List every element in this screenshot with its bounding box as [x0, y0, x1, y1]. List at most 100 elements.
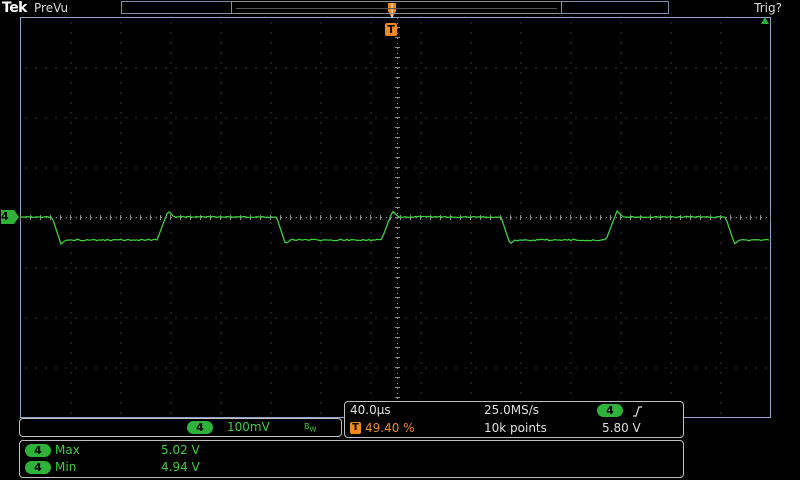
grid-dot [121, 223, 122, 224]
timebase-readout[interactable]: 40.0µs 25.0MS/s 4 T 49.40 % 10k points 5… [344, 401, 684, 438]
grid-dot [636, 368, 637, 369]
grid-dot [286, 268, 287, 269]
grid-dot [421, 93, 422, 94]
grid-dot [226, 368, 227, 369]
grid-dot [326, 68, 327, 69]
grid-dot [546, 318, 547, 319]
grid-dot [76, 368, 77, 369]
grid-dot [166, 168, 167, 169]
grid-dot [671, 93, 672, 94]
grid-dot [766, 268, 767, 269]
grid-dot [671, 223, 672, 224]
grid-dot [526, 268, 527, 269]
ch4-ground-marker[interactable]: 4 [0, 210, 18, 224]
grid-dot [521, 173, 522, 174]
measurement-row[interactable]: 4 Max 5.02 V [20, 444, 320, 459]
grid-dot [471, 113, 472, 114]
grid-dot [121, 103, 122, 104]
grid-dot [346, 318, 347, 319]
record-view-window[interactable] [231, 1, 562, 14]
trigger-source-badge: 4 [597, 404, 623, 417]
grid-dot [171, 243, 172, 244]
grid-dot [371, 203, 372, 204]
trigger-marker[interactable]: T [385, 23, 397, 36]
grid-dot [621, 233, 622, 234]
grid-dot [256, 118, 257, 119]
grid-dot [206, 368, 207, 369]
grid-dot [521, 293, 522, 294]
grid-dot [521, 363, 522, 364]
grid-dot [756, 68, 757, 69]
grid-dot [121, 143, 122, 144]
grid-dot [721, 83, 722, 84]
grid-dot [371, 333, 372, 334]
grid-dot [271, 263, 272, 264]
grid-dot [371, 303, 372, 304]
grid-dot [306, 118, 307, 119]
grid-dot [736, 168, 737, 169]
grid-dot [171, 363, 172, 364]
grid-dot [221, 83, 222, 84]
grid-dot [571, 163, 572, 164]
grid-dot [271, 323, 272, 324]
grid-dot [371, 313, 372, 314]
grid-dot [406, 118, 407, 119]
grid-dot [546, 68, 547, 69]
grid-dot [221, 103, 222, 104]
grid-dot [271, 383, 272, 384]
grid-dot [696, 118, 697, 119]
grid-dot [371, 353, 372, 354]
grid-dot [236, 368, 237, 369]
grid-dot [421, 113, 422, 114]
grid-dot [266, 118, 267, 119]
grid-dot [596, 318, 597, 319]
grid-dot [271, 53, 272, 54]
grid-dot [136, 318, 137, 319]
grid-dot [371, 63, 372, 64]
grid-dot [521, 263, 522, 264]
grid-dot [156, 168, 157, 169]
grid-dot [521, 253, 522, 254]
grid-dot [471, 123, 472, 124]
grid-dot [521, 123, 522, 124]
grid-dot [521, 323, 522, 324]
grid-dot [271, 293, 272, 294]
grid-dot [56, 268, 57, 269]
grid-dot [171, 263, 172, 264]
grid-dot [686, 368, 687, 369]
measurement-row[interactable]: 4 Min 4.94 V [20, 461, 320, 476]
measurement-channel-badge: 4 [25, 444, 51, 457]
measurements-panel[interactable]: 4 Max 5.02 V 4 Min 4.94 V [19, 440, 684, 478]
grid-dot [696, 268, 697, 269]
grid-dot [221, 183, 222, 184]
grid-dot [726, 118, 727, 119]
grid-dot [271, 213, 272, 214]
grid-dot [446, 368, 447, 369]
grid-dot [321, 253, 322, 254]
grid-dot [86, 118, 87, 119]
grid-dot [26, 318, 27, 319]
grid-dot [321, 183, 322, 184]
grid-dot [271, 363, 272, 364]
grid-dot [296, 268, 297, 269]
grid-dot [456, 268, 457, 269]
grid-dot [571, 263, 572, 264]
grid-dot [271, 133, 272, 134]
grid-dot [146, 68, 147, 69]
grid-dot [471, 283, 472, 284]
grid-dot [671, 343, 672, 344]
grid-dot [186, 368, 187, 369]
grid-dot [221, 123, 222, 124]
grid-dot [221, 293, 222, 294]
grid-dot [546, 118, 547, 119]
grid-dot [521, 233, 522, 234]
grid-dot [471, 243, 472, 244]
grid-dot [321, 103, 322, 104]
channel-readout[interactable]: 4 100mV BW [19, 418, 342, 437]
grid-dot [156, 268, 157, 269]
grid-dot [371, 273, 372, 274]
trigger-level: 5.80 V [602, 421, 641, 435]
grid-dot [376, 268, 377, 269]
grid-dot [621, 193, 622, 194]
grid-dot [621, 143, 622, 144]
